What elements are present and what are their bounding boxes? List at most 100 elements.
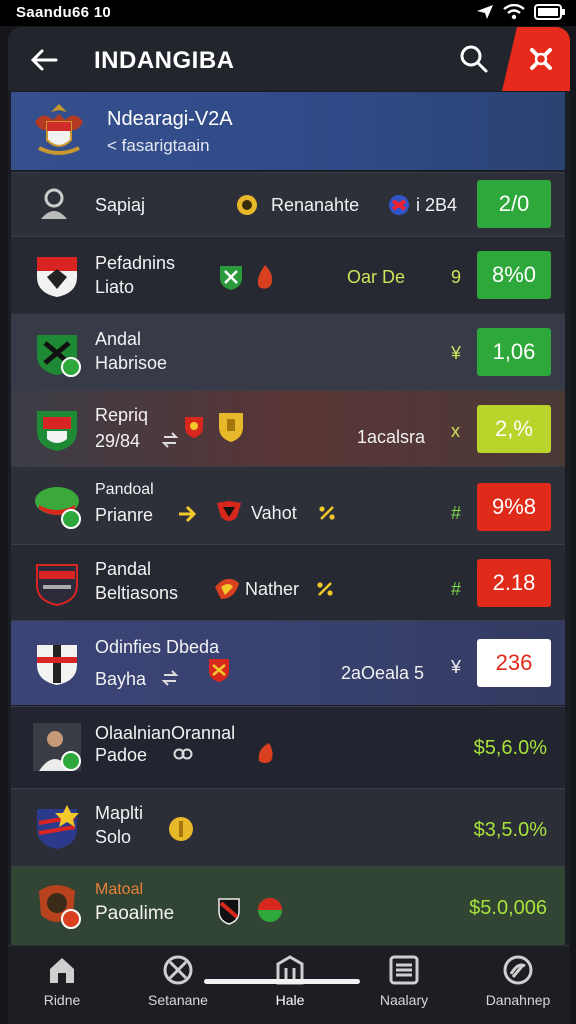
page-title: INDANGIBA [94,47,235,74]
league-subtitle[interactable]: < fasarigtaain [107,136,210,156]
league-title: Ndearagi-V2A [107,108,233,130]
back-button[interactable] [28,45,60,75]
location-icon [477,5,493,19]
odds-button[interactable]: 236 [477,639,551,687]
profile-icon [503,955,533,985]
team-name: Pandal [95,559,152,579]
nav-history-label: Naalary [379,992,429,1008]
coin-icon [237,195,257,215]
home-icon [50,958,74,983]
match-extra: 9 [451,267,462,287]
team-name: Matoal [95,881,144,898]
sports-icon [163,955,193,985]
table-row[interactable]: Pandoal Prianre Vahot # 9%8 [11,466,565,545]
league-banner[interactable]: Ndearagi-V2A < fasarigtaain [11,92,565,170]
close-icon [530,48,552,70]
odds-button[interactable]: 2,% [477,405,551,453]
team-logo-icon [39,885,81,929]
shield-icon [218,898,240,925]
team-name: Andal [95,329,142,349]
battery-icon [534,4,565,20]
team-name: Liato [95,277,135,297]
team-logo-icon [37,805,79,849]
club-badge-icon [185,417,203,438]
player-avatar-icon [33,723,81,771]
match-extra: i 2B4 [416,195,458,215]
nav-home[interactable]: Ridne [12,952,112,1008]
plus-arrow-icon [179,505,197,523]
team-name: Beltiasons [95,583,179,603]
nav-home-label: Ridne [43,992,81,1008]
top-header: INDANGIBA [8,27,570,91]
table-row[interactable]: Pandal Beltiasons Nather # 2.18 [11,544,565,621]
swap-icon [161,432,179,448]
team-logo-icon [37,335,81,377]
close-button[interactable] [502,27,570,91]
team-name: 29/84 [95,431,141,451]
search-icon [460,45,488,73]
user-icon [41,188,67,219]
match-label: Vahot [251,503,297,523]
bottom-navigation: Ridne Setanane Hale Naalary Danahnep [8,945,570,1024]
team-logo-icon [37,411,77,451]
team-logo-icon [37,257,77,297]
league-crest-icon [35,104,83,155]
status-bar: Saandu66 10 [0,0,576,26]
gold-badge-icon [219,413,243,442]
list-icon [389,955,419,985]
team-name: Bayha [95,669,147,689]
wifi-icon [503,4,525,20]
app-window: INDANGIBA Ndearagi-V2A < fasarigtaain Sa… [8,27,570,1024]
match-extra: # [451,579,462,599]
flame-icon [257,265,273,289]
team-name: Solo [95,827,132,847]
odds-button[interactable]: 2/0 [477,180,551,228]
table-row[interactable]: Maplti Solo $3,5.0% [11,788,565,867]
match-label: Nather [245,579,300,599]
shield-icon [217,501,241,521]
club-badge-icon [389,195,409,215]
payout-value: $5,6.0% [473,737,547,759]
team-name: Maplti [95,803,144,823]
team-name: Odinfies Dbeda [95,637,220,657]
swap-icon [161,670,179,686]
match-extra: # [451,503,462,523]
odds-button[interactable]: 1,06 [477,328,551,376]
nav-sports-label: Setanane [148,992,208,1008]
table-row[interactable]: Repriq 29/84 1acalsra x 2,% [11,390,565,467]
odds-button[interactable]: 2.18 [477,559,551,607]
team-name: Repriq [95,405,149,425]
flame-icon [215,578,239,599]
table-row[interactable]: Matoal Paoalime $5.0,006 [11,866,565,945]
search-button[interactable] [458,43,490,75]
team-logo-icon [36,564,78,607]
odds-button[interactable]: 9%8 [477,483,551,531]
status-time: Saandu66 10 [16,4,112,21]
shield-icon [220,266,242,290]
team-logo-icon [35,487,81,529]
team-logo-icon [37,645,77,685]
match-label: 2aOeala 5 [341,663,425,683]
payout-value: $5.0,006 [469,897,547,919]
percent-icon [319,506,335,520]
home-indicator[interactable] [204,979,360,984]
team-name: Prianre [95,505,154,525]
table-row[interactable]: Odinfies Dbeda Bayha 2aOeala 5 ¥ 236 [11,620,565,705]
ball-icon [258,898,282,922]
team-name: OlaalnianOrannal [95,723,236,743]
odds-button[interactable]: 8%0 [477,251,551,299]
table-row[interactable]: Andal Habrisoe ¥ 1,06 [11,314,565,391]
coin-icon [169,817,193,841]
link-icon [173,748,193,760]
flame-icon [258,743,273,763]
table-row[interactable]: Sapiaj Renanahte i 2B4 2/0 [11,172,565,237]
table-row[interactable]: OlaalnianOrannal Padoe $5,6.0% [11,706,565,789]
table-row[interactable]: Pefadnins Liato Oar De 9 8%0 [11,236,565,315]
match-label: Renanahte [271,195,360,215]
team-name: Pefadnins [95,253,176,273]
nav-profile[interactable]: Danahnep [468,952,568,1008]
nav-history[interactable]: Naalary [354,952,454,1008]
arrow-left-icon [30,49,58,71]
match-label: 1acalsra [357,427,426,447]
percent-icon [317,582,333,596]
